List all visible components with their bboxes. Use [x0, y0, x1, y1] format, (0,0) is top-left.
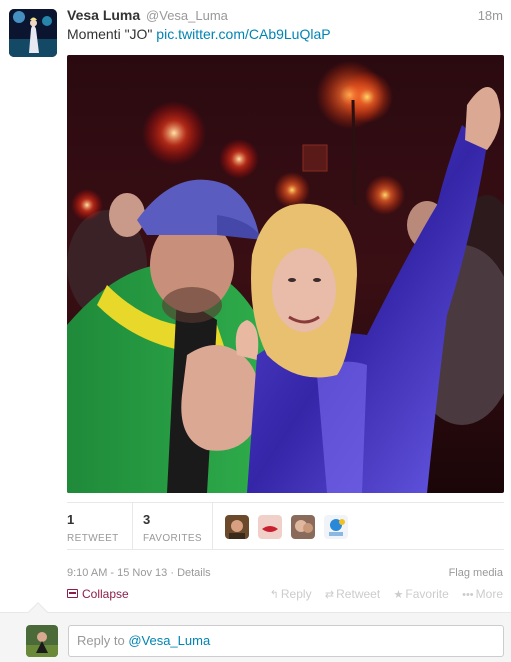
- more-icon: •••: [462, 589, 474, 601]
- favoriter-avatar-image: [225, 515, 249, 539]
- retweet-button[interactable]: ⇄ Retweet: [325, 587, 380, 601]
- meta-separator: ·: [167, 567, 178, 579]
- flag-media-link[interactable]: Flag media: [449, 567, 503, 579]
- retweet-count-label: RETWEET: [67, 533, 119, 544]
- tweet-photo[interactable]: [67, 55, 504, 493]
- photo-image: [67, 55, 504, 493]
- favoriter-avatar[interactable]: [323, 515, 348, 539]
- reply-placeholder-handle: @Vesa_Luma: [128, 633, 211, 648]
- user-avatar[interactable]: [9, 9, 57, 57]
- retweet-count[interactable]: 1 RETWEET: [67, 503, 133, 549]
- favorite-count-label: FAVORITES: [143, 533, 202, 544]
- current-user-avatar: [26, 625, 58, 657]
- tweet-actions: ↰ Reply ⇄ Retweet ★ Favorite ••• More: [260, 587, 503, 601]
- favoriter-avatar[interactable]: [225, 515, 249, 539]
- favoriter-avatar-image: [323, 515, 348, 539]
- collapse-label: Collapse: [82, 587, 129, 601]
- reply-label: Reply: [280, 587, 312, 601]
- retweet-icon: ⇄: [324, 589, 335, 601]
- favoriter-avatar[interactable]: [290, 515, 315, 539]
- favoriter-avatars: [225, 515, 353, 539]
- favoriter-avatar[interactable]: [257, 515, 282, 539]
- media-link[interactable]: pic.twitter.com/CAb9LuQlaP: [156, 26, 330, 42]
- tweet-text: Momenti "JO" pic.twitter.com/CAb9LuQlaP: [67, 25, 331, 43]
- favorite-count[interactable]: 3 FAVORITES: [143, 503, 213, 549]
- tweet-header: Vesa Luma @Vesa_Luma 18m: [67, 7, 503, 25]
- details-link[interactable]: Details: [177, 567, 211, 579]
- favorite-count-value: 3: [143, 512, 151, 527]
- collapse-button[interactable]: Collapse: [67, 587, 129, 601]
- tweet-time[interactable]: 18m: [478, 8, 503, 23]
- tweet: Vesa Luma @Vesa_Luma 18m Momenti "JO" pi…: [0, 0, 511, 612]
- reply-icon: ↰: [269, 589, 279, 601]
- more-label: More: [475, 587, 503, 601]
- collapse-icon: [67, 589, 78, 598]
- reply-input[interactable]: Reply to @Vesa_Luma: [68, 625, 504, 657]
- avatar-image: [9, 9, 57, 57]
- favoriter-avatar-image: [257, 515, 282, 539]
- current-user-avatar-image: [26, 625, 58, 657]
- reply-placeholder-prefix: Reply to: [77, 633, 129, 648]
- star-icon: ★: [393, 589, 404, 601]
- user-fullname[interactable]: Vesa Luma: [67, 7, 140, 23]
- tweet-text-body: Momenti "JO": [67, 26, 153, 42]
- more-button[interactable]: ••• More: [462, 587, 503, 601]
- retweet-count-value: 1: [67, 512, 75, 527]
- favoriter-avatar-image: [290, 515, 315, 539]
- reply-area: Reply to @Vesa_Luma: [0, 612, 511, 662]
- tweet-timestamp[interactable]: 9:10 AM - 15 Nov 13: [67, 567, 167, 579]
- favorite-label: Favorite: [405, 587, 449, 601]
- tweet-meta: 9:10 AM - 15 Nov 13 · Details: [67, 567, 211, 579]
- retweet-label: Retweet: [336, 587, 381, 601]
- reply-button[interactable]: ↰ Reply: [270, 587, 312, 601]
- user-handle[interactable]: @Vesa_Luma: [146, 8, 228, 23]
- tweet-stats: 1 RETWEET 3 FAVORITES: [67, 502, 504, 550]
- favorite-button[interactable]: ★ Favorite: [394, 587, 449, 601]
